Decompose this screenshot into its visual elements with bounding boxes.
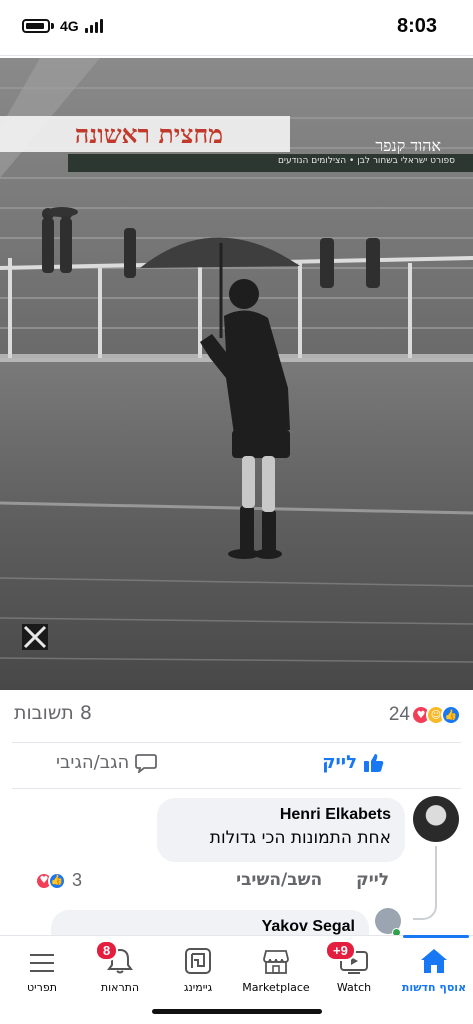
post-stats: 8 תשובות 24 ♥ ☺ 👍	[12, 700, 461, 732]
battery-icon	[22, 19, 50, 33]
book-author: אהוד קנפר	[375, 136, 441, 155]
reaction-count: 24	[388, 704, 410, 725]
nav-label: תפריט	[27, 981, 57, 994]
nav-watch[interactable]: +9 Watch	[315, 936, 393, 1008]
comment-button-label: הגב/הגיבי	[56, 752, 130, 773]
nav-home[interactable]: אוסף חדשות	[395, 936, 473, 1008]
menu-icon	[30, 954, 54, 972]
comment-reactions[interactable]: ♥ 👍 3	[35, 870, 83, 891]
comments-count[interactable]: 8 תשובות	[14, 702, 92, 724]
comment-bubble[interactable]: Henri Elkabets אחת התמונות הכי גדולות	[157, 798, 405, 862]
home-icon	[421, 949, 447, 973]
notification-badge: +9	[325, 940, 356, 961]
signal-icon	[84, 19, 103, 33]
nav-label: גיימינג	[183, 981, 213, 994]
comment-author[interactable]: Henri Elkabets	[171, 806, 391, 824]
gaming-icon	[185, 948, 211, 974]
home-indicator[interactable]	[152, 1009, 322, 1014]
thread-line	[413, 846, 437, 920]
status-left: 4G	[22, 18, 103, 34]
marketplace-icon	[263, 950, 289, 974]
like-reaction-icon: 👍	[441, 705, 461, 725]
like-button-label: לייק	[322, 752, 357, 773]
comment-icon	[135, 753, 158, 773]
thumbs-up-icon	[364, 753, 384, 772]
book-title: מחצית ראשונה	[74, 120, 224, 149]
post-photo[interactable]: מחצית ראשונה אהוד קנפר ספורט ישראלי בשחו…	[0, 58, 473, 690]
book-subtitle: ספורט ישראלי בשחור לבן • הצילומים הנודעי…	[277, 156, 455, 166]
nav-label: Watch	[336, 981, 372, 994]
comment-reaction-count: 3	[72, 870, 83, 890]
nav-menu[interactable]: תפריט	[3, 936, 81, 1008]
nav-label: Marketplace	[242, 981, 310, 994]
divider	[12, 788, 461, 789]
notification-badge: 8	[95, 940, 119, 961]
status-bar: 4G 8:03	[0, 0, 473, 56]
comment-reply-button[interactable]: השב/השיבי	[236, 870, 322, 890]
divider	[12, 742, 461, 743]
comment-like-button[interactable]: לייק	[356, 870, 389, 890]
like-reaction-icon: 👍	[48, 871, 66, 890]
nav-gaming[interactable]: גיימינג	[159, 936, 237, 1008]
comment-button[interactable]: הגב/הגיבי	[56, 752, 158, 773]
status-time: 8:03	[396, 15, 437, 37]
comment-text: אחת התמונות הכי גדולות	[209, 828, 391, 848]
reactions-summary[interactable]: 24 ♥ ☺ 👍	[389, 704, 461, 726]
comment-actions: לייק השב/השיבי	[236, 870, 389, 890]
nav-label: התראות	[100, 981, 140, 994]
nav-marketplace[interactable]: Marketplace	[237, 936, 315, 1008]
like-button[interactable]: לייק	[322, 752, 385, 773]
nav-notifications[interactable]: 8 התראות	[81, 936, 159, 1008]
network-type: 4G	[60, 18, 79, 34]
avatar[interactable]	[413, 796, 459, 842]
nav-label: אוסף חדשות	[401, 981, 467, 994]
comment-author[interactable]: Yakov Segal	[65, 918, 355, 936]
